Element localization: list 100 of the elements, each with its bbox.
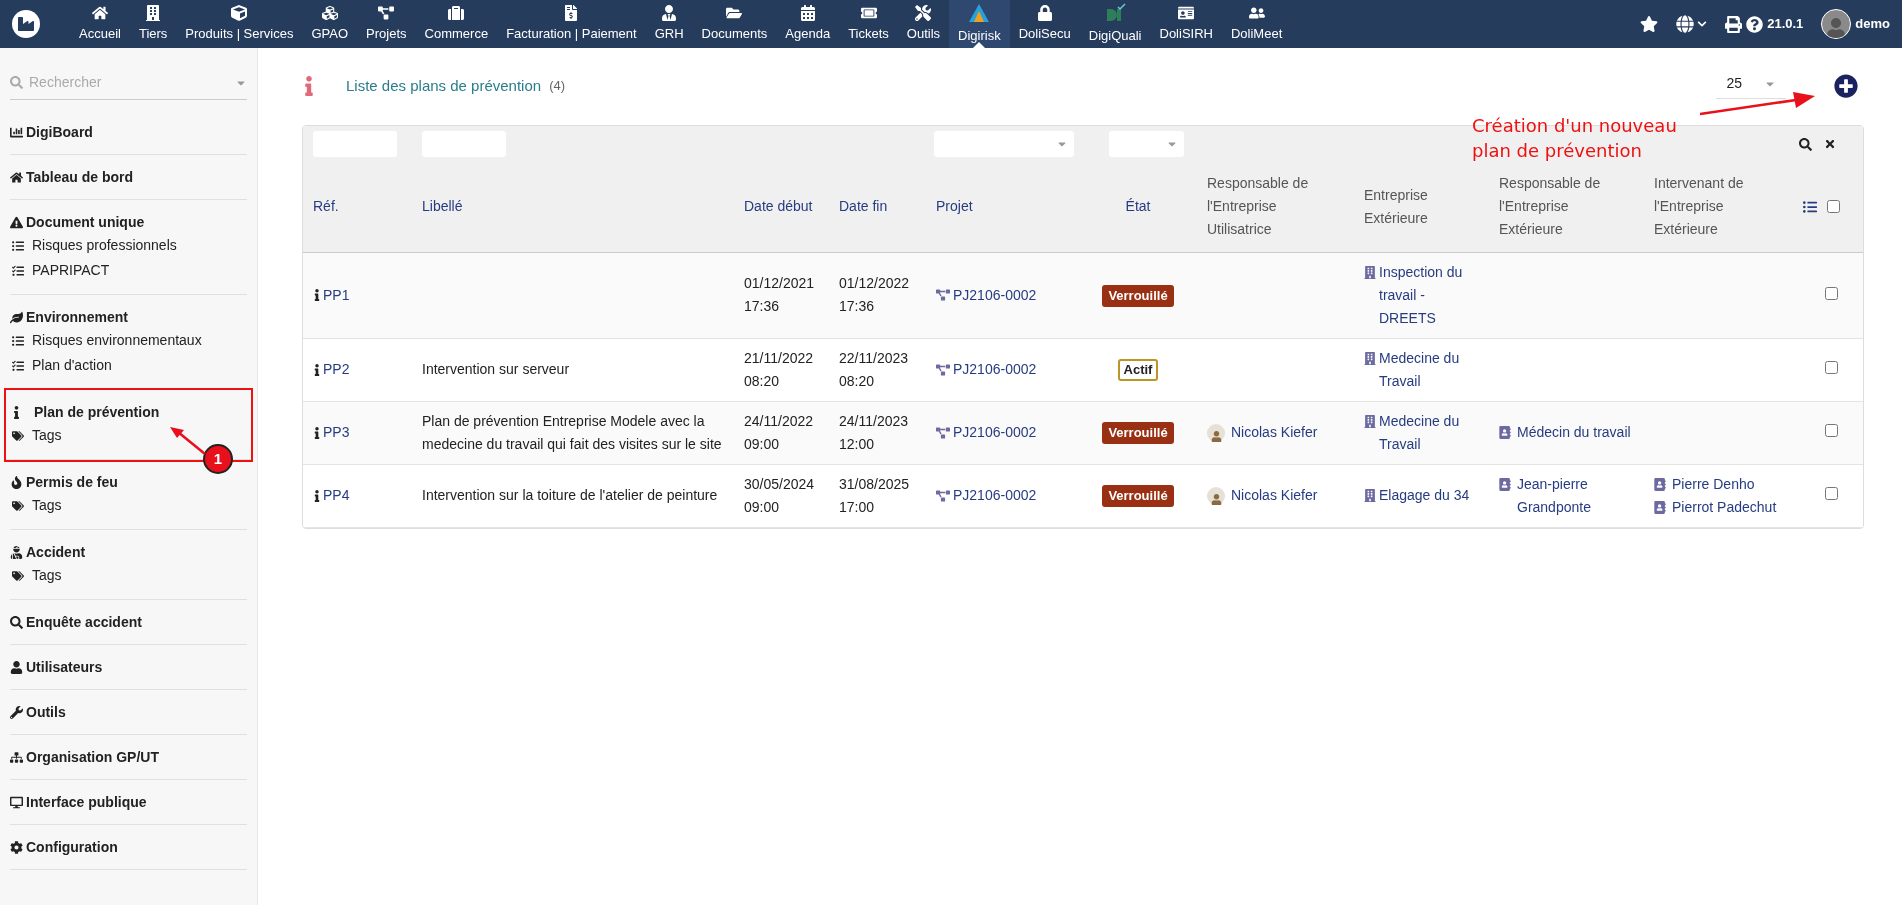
reference-link[interactable]: PP1 [323,283,350,307]
row-checkbox[interactable] [1825,487,1838,500]
sidebar-section-link[interactable]: Outils [26,701,66,723]
reference-link[interactable]: PP3 [323,421,350,444]
menu-tab[interactable]: DoliSecu [1009,0,1080,48]
user-icon [10,660,23,674]
menu-tab[interactable]: Outils [897,0,950,48]
menu-tab[interactable]: Accueil [70,0,130,48]
active-tab-marker [973,42,986,48]
contact-link[interactable]: Pierrot Padechut [1672,495,1777,519]
menu-tab[interactable]: DoliMeet [1221,0,1292,48]
sidebar-item[interactable]: Tags [32,423,62,448]
annotation-arrow [170,426,206,456]
sidebar-section-link[interactable]: Environnement [26,306,128,328]
project-link[interactable]: PJ2106-0002 [953,421,1037,444]
user-link[interactable]: Nicolas Kiefer [1231,421,1318,444]
menu-tab[interactable]: Tickets [839,0,898,48]
contact-link[interactable]: Pierre Denho [1672,472,1755,496]
triangle-logo-icon [968,2,991,23]
app-logo-icon[interactable] [12,10,40,38]
globe-icon[interactable] [1676,15,1695,33]
column-header[interactable]: Date début [734,162,829,252]
menu-tab[interactable]: GPAO [302,0,358,48]
briefcase-icon [448,4,465,21]
company-link[interactable]: Elagage du 34 [1379,484,1470,507]
sidebar-item[interactable]: Plan d'action [32,353,112,378]
contact-link[interactable]: Jean-pierre Grandponte [1517,472,1634,519]
menu-tab[interactable]: Agenda [776,0,840,48]
menu-tab[interactable]: Projets [357,0,416,48]
house-icon [91,4,108,21]
table-cell: Intervention sur serveur [422,361,570,377]
company-link[interactable]: Medecine du Travail [1379,409,1479,456]
menu-tab[interactable]: DoliSIRH [1150,0,1222,48]
sidebar-section-link[interactable]: Plan de prévention [34,401,160,423]
sidebar-section-link[interactable]: Enquête accident [26,611,142,633]
reference-link[interactable]: PP2 [323,358,350,381]
menu-tab[interactable]: Facturation | Paiement [497,0,646,48]
sidebar-section-link[interactable]: Configuration [26,836,118,858]
sidebar-item[interactable]: Tags [32,563,62,588]
column-header: Intervenant de l'Entreprise Extérieure [1644,162,1789,252]
page-size-select[interactable]: 25 [1716,73,1786,99]
user-avatar[interactable] [1821,9,1852,39]
row-checkbox[interactable] [1825,424,1838,437]
sidebar-section-link[interactable]: Interface publique [26,791,147,813]
sidebar-section-link[interactable]: Tableau de bord [26,166,134,188]
row-checkbox[interactable] [1825,361,1838,374]
column-header[interactable]: Libellé [412,162,734,252]
project-link[interactable]: PJ2106-0002 [953,283,1037,307]
sidebar-section-link[interactable]: Document unique [26,211,145,233]
column-header[interactable]: Réf. [303,162,412,252]
reference-link[interactable]: PP4 [323,484,350,507]
column-header[interactable]: Projet [926,162,1079,252]
user-name[interactable]: demo [1855,14,1890,34]
table-cell: 24/11/2022 09:00 [744,412,814,452]
menu-tab[interactable]: GRH [645,0,693,48]
check-logo-icon [1104,2,1127,23]
print-icon[interactable] [1725,15,1743,33]
sidebar-section-link[interactable]: Permis de feu [26,471,118,493]
search-icon[interactable] [1799,137,1812,151]
table-cell: 21/11/2022 08:20 [744,349,814,389]
bookmark-star-icon[interactable] [1640,15,1659,33]
column-header[interactable]: État [1079,162,1197,252]
close-icon[interactable] [1824,138,1836,150]
chevron-down-icon[interactable] [1697,19,1708,29]
sidebar-section-link[interactable]: DigiBoard [26,121,93,143]
wrench-icon [10,705,23,719]
project-link[interactable]: PJ2106-0002 [953,358,1037,381]
id-card-icon [1178,4,1195,21]
select-all-checkbox[interactable] [1827,200,1840,214]
sidebar-item[interactable]: PAPRIPACT [32,258,110,283]
menu-tab[interactable]: DigiQuali [1079,0,1151,48]
company-link[interactable]: Inspection du travail - DREETS [1379,260,1479,330]
sidebar-section-link[interactable]: Accident [26,541,86,563]
add-button[interactable] [1834,74,1858,98]
table-cell: 31/08/2025 17:00 [839,475,910,515]
help-icon[interactable] [1746,15,1764,33]
menu-tab[interactable]: Digirisk [949,0,1010,48]
menu-tab[interactable]: Commerce [415,0,498,48]
menu-tab[interactable]: Tiers [129,0,177,48]
row-checkbox[interactable] [1825,286,1838,300]
menu-tab[interactable]: Documents [692,0,777,48]
menu-tab[interactable]: Produits | Services [176,0,303,48]
search-input[interactable]: Rechercher [29,72,229,93]
project-link[interactable]: PJ2106-0002 [953,484,1037,507]
diagram-icon [936,363,950,376]
building-icon [1364,414,1376,428]
company-link[interactable]: Medecine du Travail [1379,346,1479,393]
contact-link[interactable]: Médecin du travail [1517,421,1631,444]
sidebar-item[interactable]: Risques professionnels [32,233,177,258]
sidebar-item[interactable]: Tags [32,493,62,518]
user-link[interactable]: Nicolas Kiefer [1231,484,1318,507]
sidebar-item[interactable]: Risques environnementaux [32,328,202,353]
checklist-icon [12,359,24,372]
building-icon [1364,265,1376,279]
search-field[interactable]: Rechercher [10,72,247,100]
sidebar-section-link[interactable]: Organisation GP/UT [26,746,159,768]
column-header[interactable]: Date fin [829,162,926,252]
column-list-icon[interactable] [1803,199,1817,214]
table-cell: 22/11/2023 08:20 [839,349,909,389]
sidebar-section-link[interactable]: Utilisateurs [26,656,103,678]
